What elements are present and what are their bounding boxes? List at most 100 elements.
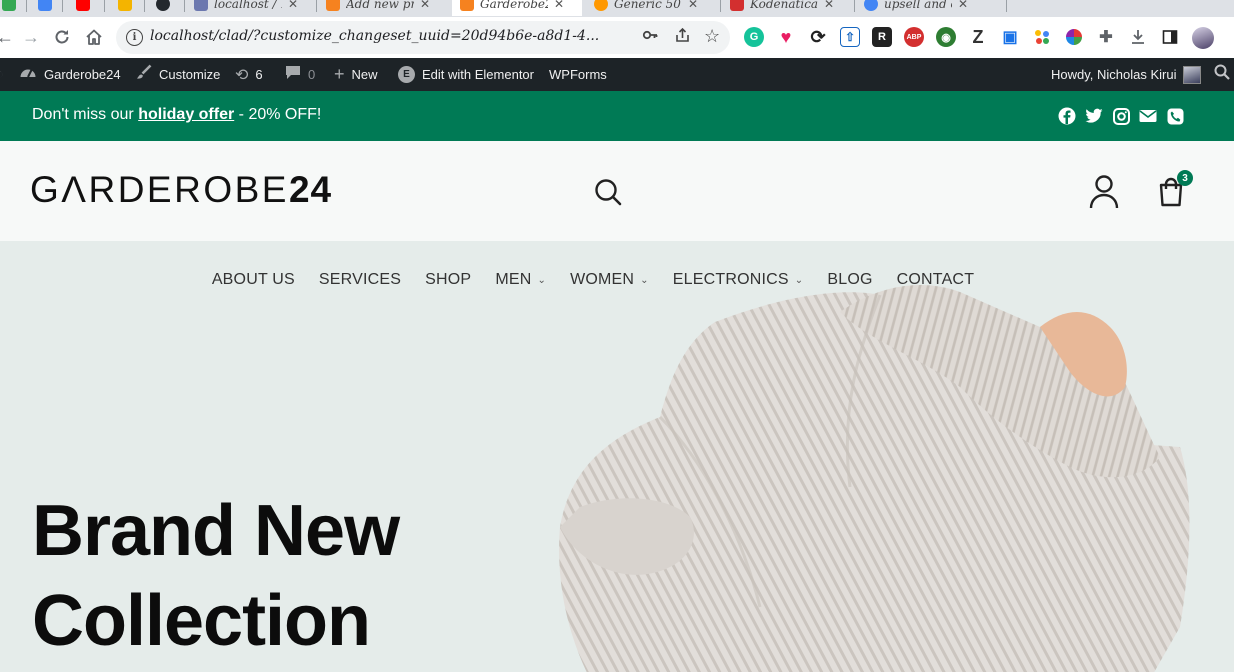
tab-separator (1006, 0, 1007, 12)
tab-close-icon[interactable]: ✕ (554, 0, 564, 11)
customize-button[interactable]: Customize (136, 58, 220, 91)
site-name-menu[interactable]: Garderobe24 (19, 58, 121, 91)
nav-label: ABOUT US (211, 271, 295, 288)
browser-tab[interactable] (110, 0, 144, 16)
browser-tab-generic[interactable]: Generic 50 ✕ (586, 0, 716, 16)
browser-tab-active[interactable]: Garderobe2 ✕ (452, 0, 582, 16)
nav-item-services[interactable]: SERVICES (307, 271, 413, 289)
tab-title: Kodenatica (750, 0, 818, 11)
browser-tab[interactable] (68, 0, 102, 16)
color-wheel-extension-icon[interactable] (1064, 27, 1084, 47)
twitter-icon[interactable] (1085, 107, 1103, 125)
email-icon[interactable] (1139, 107, 1157, 125)
updates-button[interactable]: ⟲ 6 (235, 58, 263, 91)
promo-prefix: Don't miss our (32, 106, 139, 123)
my-account-menu[interactable]: Howdy, Nicholas Kirui (1051, 58, 1202, 91)
tab-favicon (118, 0, 132, 11)
nav-label: SERVICES (318, 271, 402, 288)
nav-label: SHOP (425, 271, 472, 288)
nav-item-men[interactable]: MEN ⌄ (483, 271, 558, 289)
facebook-icon[interactable] (1058, 107, 1076, 125)
abp-icon[interactable]: ABP (904, 27, 924, 47)
site-name-label: Garderobe24 (44, 67, 121, 82)
sync-extension-icon[interactable]: ⟳ (808, 27, 828, 47)
reload-icon[interactable] (51, 26, 73, 48)
comments-count: 0 (308, 67, 316, 82)
tab-favicon (730, 0, 744, 11)
extensions-puzzle-icon[interactable]: ✚ (1096, 27, 1116, 47)
tab-separator (144, 0, 145, 12)
tab-close-icon[interactable]: ✕ (688, 0, 698, 11)
forward-icon[interactable]: → (20, 26, 42, 48)
browser-tab-upsell[interactable]: upsell and c ✕ (856, 0, 986, 16)
chevron-down-icon: ⌄ (794, 274, 804, 286)
edit-with-elementor-button[interactable]: E Edit with Elementor (398, 58, 534, 91)
tab-close-icon[interactable]: ✕ (420, 0, 430, 11)
profile-avatar-icon[interactable] (1192, 27, 1214, 49)
nav-item-about-us[interactable]: ABOUT US (200, 271, 307, 289)
grammarly-icon[interactable]: G (744, 27, 764, 47)
instagram-icon[interactable] (1112, 107, 1130, 125)
bookmark-star-icon[interactable]: ☆ (704, 26, 720, 47)
wp-logo-button[interactable]: ◐ (0, 58, 4, 91)
tab-favicon (326, 0, 340, 11)
nav-item-blog[interactable]: BLOG (815, 271, 884, 289)
nav-item-women[interactable]: WOMEN ⌄ (558, 271, 661, 289)
account-icon[interactable] (1086, 173, 1122, 211)
tab-separator (316, 0, 317, 12)
paintbrush-icon (136, 64, 152, 85)
browser-tab[interactable] (30, 0, 64, 16)
dashboard-gauge-icon (19, 65, 37, 84)
browser-tab[interactable] (0, 0, 24, 16)
google-favicon (864, 0, 878, 11)
site-info-icon[interactable]: i (126, 29, 143, 46)
tab-close-icon[interactable]: ✕ (288, 0, 298, 11)
z-extension-icon[interactable]: Z (968, 27, 988, 47)
download-icon[interactable] (1128, 27, 1148, 47)
new-content-button[interactable]: + New (334, 58, 378, 91)
key-icon[interactable] (642, 27, 658, 48)
wpforms-button[interactable]: WPForms (549, 58, 607, 91)
tab-close-icon[interactable]: ✕ (958, 0, 968, 11)
browser-tab[interactable] (148, 0, 182, 16)
back-icon[interactable]: ← (0, 26, 16, 48)
tab-close-icon[interactable]: ✕ (824, 0, 834, 11)
phone-icon[interactable] (1166, 107, 1184, 125)
nav-label: CONTACT (896, 271, 975, 288)
home-icon[interactable] (83, 26, 105, 48)
url-text[interactable]: localhost/clad/?customize_changeset_uuid… (150, 28, 640, 44)
share-icon[interactable] (674, 27, 691, 49)
tab-separator (62, 0, 63, 12)
search-icon[interactable] (591, 175, 625, 209)
plus-icon: + (334, 64, 345, 84)
heart-extension-icon[interactable]: ♥ (776, 27, 796, 47)
nav-label: ELECTRONICS (672, 271, 789, 288)
tab-title: localhost / 1 (214, 0, 282, 11)
wpforms-label: WPForms (549, 67, 607, 82)
browser-tab-add-new[interactable]: Add new pr ✕ (318, 0, 446, 16)
admin-search-button[interactable] (1214, 58, 1230, 91)
cart-count-badge[interactable]: 3 (1177, 170, 1193, 186)
browser-tab-strip: localhost / 1 ✕ Add new pr ✕ Garderobe2 … (0, 0, 1234, 17)
r-extension-icon[interactable]: R (872, 27, 892, 47)
dots-extension-icon[interactable] (1032, 27, 1052, 47)
site-logo[interactable]: GΛRDEROBE24 (30, 169, 332, 211)
upload-extension-icon[interactable]: ⇧ (840, 27, 860, 47)
screen-extension-icon[interactable]: ▣ (1000, 27, 1020, 47)
nav-item-contact[interactable]: CONTACT (885, 271, 987, 289)
new-label: New (351, 67, 378, 82)
globe-extension-icon[interactable]: ◉ (936, 27, 956, 47)
holiday-offer-link[interactable]: holiday offer (138, 106, 234, 123)
promo-text: Don't miss our holiday offer - 20% OFF! (32, 106, 321, 124)
tab-separator (184, 0, 185, 12)
chevron-down-icon: ⌄ (640, 274, 649, 286)
side-panel-icon[interactable] (1160, 27, 1180, 47)
comments-button[interactable]: 0 (285, 58, 315, 91)
browser-tab-phpmyadmin[interactable]: localhost / 1 ✕ (186, 0, 314, 16)
browser-tab-kodenatica[interactable]: Kodenatica ✕ (722, 0, 852, 16)
chevron-down-icon: ⌄ (537, 274, 547, 286)
nav-item-electronics[interactable]: ELECTRONICS ⌄ (661, 271, 816, 289)
address-bar[interactable]: i localhost/clad/?customize_changeset_uu… (116, 21, 730, 54)
tab-favicon (2, 0, 16, 11)
nav-item-shop[interactable]: SHOP (413, 271, 483, 289)
